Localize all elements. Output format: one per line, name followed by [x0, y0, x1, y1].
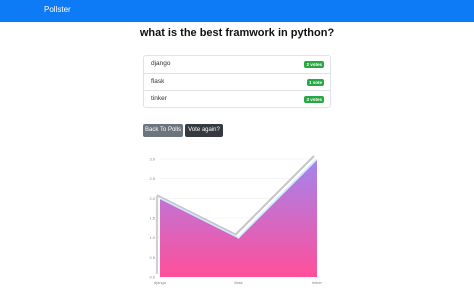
- data-point: [159, 197, 161, 200]
- brand-link[interactable]: Pollster: [44, 5, 71, 14]
- vote-area-chart: 0.0 0.5 1.0 1.5 2.0 2.5 3.0 django flask tinker: [149, 155, 323, 285]
- choice-label: flask: [151, 78, 165, 85]
- list-item: tinker 3 votes: [144, 90, 330, 107]
- y-tick-label: 1.0: [149, 235, 155, 240]
- y-tick-label: 2.0: [149, 196, 155, 201]
- choice-label: django: [151, 60, 171, 67]
- x-tick-label: tinker: [312, 280, 322, 285]
- y-tick-label: 0.0: [149, 275, 155, 280]
- vote-count-badge: 2 votes: [304, 61, 324, 68]
- data-point: [316, 158, 318, 160]
- list-item: django 2 votes: [144, 56, 330, 73]
- vote-again-button[interactable]: Vote again?: [185, 124, 223, 137]
- vote-count-badge: 3 votes: [304, 96, 324, 103]
- list-item: flask 1 vote: [144, 73, 330, 90]
- choices-list: django 2 votes flask 1 vote tinker 3 vot…: [143, 55, 331, 108]
- x-tick-label: django: [154, 280, 167, 285]
- vote-count-badge: 1 vote: [306, 79, 324, 86]
- y-tick-label: 3.0: [149, 157, 155, 162]
- y-tick-label: 0.5: [149, 255, 155, 260]
- x-tick-label: flask: [234, 280, 242, 285]
- y-tick-label: 2.5: [149, 176, 155, 181]
- y-tick-label: 1.5: [149, 216, 155, 221]
- poll-question: what is the best framwork in python?: [139, 27, 335, 39]
- navbar: Pollster: [0, 0, 474, 22]
- choice-label: tinker: [151, 95, 167, 102]
- data-point: [237, 236, 240, 239]
- back-to-polls-button[interactable]: Back To Polls: [143, 124, 183, 137]
